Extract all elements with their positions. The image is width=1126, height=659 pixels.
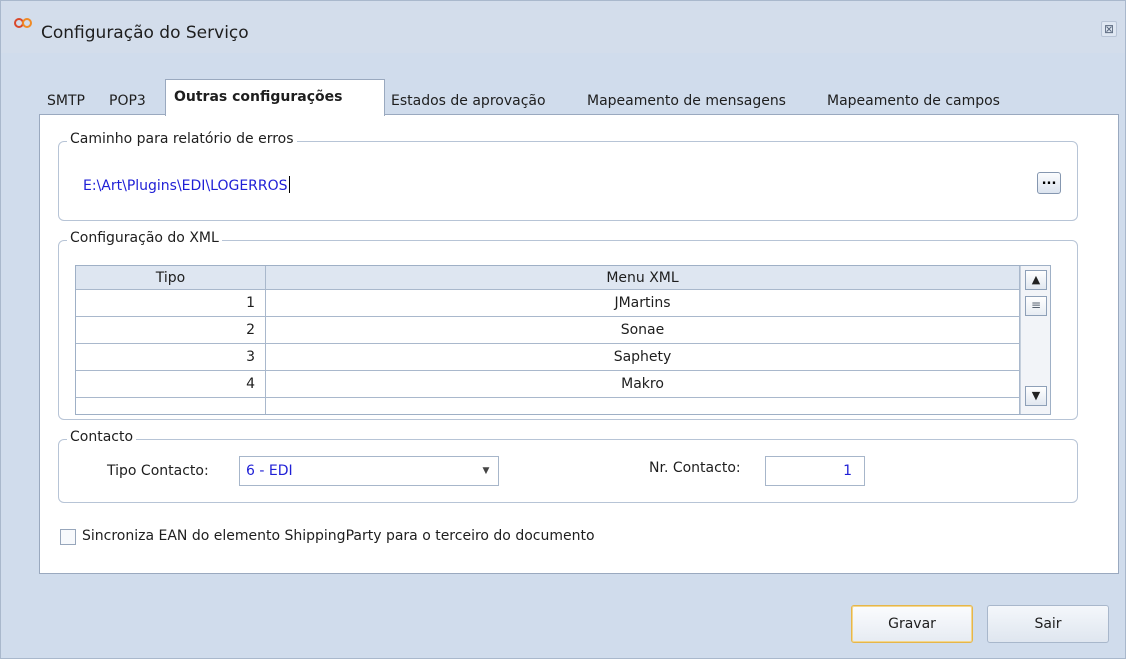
tab-mapeamento-mensagens[interactable]: Mapeamento de mensagens [579, 87, 794, 115]
grid-header: Tipo Menu XML [76, 266, 1050, 290]
table-row[interactable]: 3 Saphety [76, 344, 1020, 371]
close-icon[interactable]: ⊠ [1101, 21, 1117, 37]
table-row[interactable]: 1 JMartins [76, 290, 1020, 317]
tab-panel: Caminho para relatório de erros E:\Art\P… [39, 114, 1119, 574]
xml-grid[interactable]: Tipo Menu XML 1 JMartins 2 Sonae 3 Saphe… [75, 265, 1051, 415]
exit-button[interactable]: Sair [987, 605, 1109, 643]
table-row[interactable]: 2 Sonae [76, 317, 1020, 344]
tab-outras-configuracoes[interactable]: Outras configurações [165, 79, 385, 116]
cell-tipo: 2 [76, 317, 266, 344]
cell-menu: JMartins [266, 290, 1020, 317]
contact-type-label: Tipo Contacto: [107, 463, 209, 479]
cell-tipo: 3 [76, 344, 266, 371]
cell-tipo: 4 [76, 371, 266, 398]
tab-pop3[interactable]: POP3 [101, 87, 154, 115]
table-row[interactable]: 4 Makro [76, 371, 1020, 398]
cell-menu: Makro [266, 371, 1020, 398]
error-path-value: E:\Art\Plugins\EDI\LOGERROS [83, 178, 288, 194]
scroll-thumb[interactable]: ≡ [1025, 296, 1047, 316]
text-caret [288, 176, 290, 193]
contact-type-select[interactable]: 6 - EDI ▼ [239, 456, 499, 486]
tab-mapeamento-campos[interactable]: Mapeamento de campos [819, 87, 1008, 115]
cell-menu: Sonae [266, 317, 1020, 344]
contact-number-label: Nr. Contacto: [649, 460, 741, 476]
cell-menu: Saphety [266, 344, 1020, 371]
app-logo-icon [14, 18, 32, 28]
tab-estados-aprovacao[interactable]: Estados de aprovação [383, 87, 554, 115]
error-report-legend: Caminho para relatório de erros [67, 131, 297, 147]
table-row-partial[interactable] [76, 398, 1020, 414]
cell-tipo [76, 398, 266, 414]
window-title: Configuração do Serviço [41, 23, 249, 43]
tab-smtp[interactable]: SMTP [39, 87, 93, 115]
chevron-down-icon[interactable]: ▼ [474, 457, 498, 485]
cell-menu [266, 398, 1020, 414]
service-config-window: Configuração do Serviço ⊠ SMTP POP3 Outr… [0, 0, 1126, 659]
browse-button[interactable]: ... [1037, 172, 1061, 194]
contact-legend: Contacto [67, 429, 137, 445]
error-path-field[interactable]: E:\Art\Plugins\EDI\LOGERROS [83, 176, 290, 194]
xml-config-legend: Configuração do XML [67, 230, 222, 246]
column-header-tipo[interactable]: Tipo [76, 266, 266, 290]
xml-config-group: Configuração do XML Tipo Menu XML 1 JMar… [58, 230, 1078, 420]
save-button[interactable]: Gravar [851, 605, 973, 643]
tab-strip: SMTP POP3 Outras configurações Estados d… [39, 79, 1119, 116]
sync-ean-checkbox[interactable] [60, 529, 76, 545]
column-header-menu-xml[interactable]: Menu XML [266, 266, 1020, 290]
error-report-group: Caminho para relatório de erros E:\Art\P… [58, 131, 1078, 221]
title-bar: Configuração do Serviço ⊠ [1, 1, 1125, 53]
cell-tipo: 1 [76, 290, 266, 317]
grid-scrollbar[interactable]: ▲ ≡ ▼ [1020, 266, 1050, 414]
contact-group: Contacto Tipo Contacto: 6 - EDI ▼ Nr. Co… [58, 429, 1078, 503]
contact-type-value: 6 - EDI [246, 463, 293, 479]
scroll-down-icon[interactable]: ▼ [1025, 386, 1047, 406]
contact-number-field[interactable]: 1 [765, 456, 865, 486]
scroll-up-icon[interactable]: ▲ [1025, 270, 1047, 290]
sync-ean-label: Sincroniza EAN do elemento ShippingParty… [82, 528, 595, 544]
